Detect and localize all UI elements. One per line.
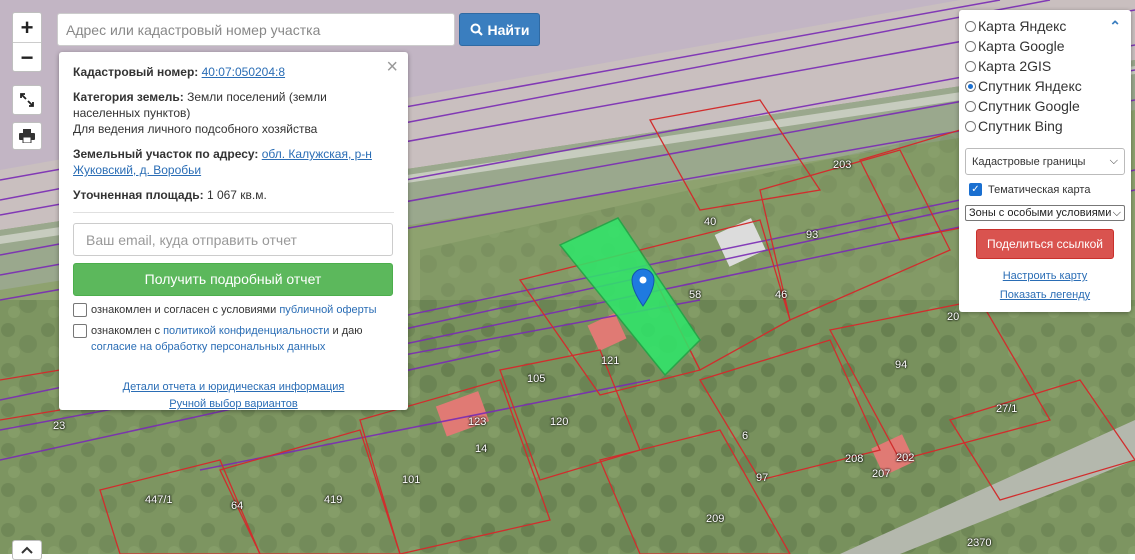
parcel-info-panel: × Кадастровый номер: 40:07:050204:8 Кате… xyxy=(59,52,408,410)
search-icon xyxy=(470,23,483,36)
privacy-text: ознакомлен с политикой конфиденциальност… xyxy=(91,325,363,353)
thematic-map-toggle[interactable]: ✓ Тематическая карта xyxy=(969,183,1125,196)
area-label: Уточненная площадь: xyxy=(73,188,204,202)
category-row: Категория земель: Земли поселений (земли… xyxy=(73,89,394,137)
zoom-out-button[interactable]: − xyxy=(13,43,41,72)
search-input[interactable] xyxy=(57,13,455,46)
boundaries-select-value: Кадастровые границы xyxy=(972,155,1086,168)
base-map-option[interactable]: Карта 2GIS xyxy=(965,56,1125,76)
thematic-checkbox[interactable]: ✓ xyxy=(969,183,982,196)
zones-select[interactable]: Зоны с особыми условиями ⌵ xyxy=(965,205,1125,221)
usage-value: Для ведения личного подсобного хозяйства xyxy=(73,122,318,136)
category-label: Категория земель: xyxy=(73,90,184,104)
boundaries-select[interactable]: Кадастровые границы ⌵ xyxy=(965,148,1125,175)
base-map-label: Спутник Яндекс xyxy=(978,78,1082,94)
show-legend-link[interactable]: Показать легенду xyxy=(1000,289,1090,301)
radio-button[interactable] xyxy=(965,40,976,52)
base-map-option[interactable]: Карта Яндекс xyxy=(965,16,1125,36)
report-details-link[interactable]: Детали отчета и юридическая информация xyxy=(123,381,345,393)
offer-agreement: ознакомлен и согласен с условиями публич… xyxy=(73,302,394,318)
fullscreen-button[interactable] xyxy=(12,85,42,115)
close-icon[interactable]: × xyxy=(386,56,398,79)
area-value: 1 067 кв.м. xyxy=(206,188,267,202)
offer-text: ознакомлен и согласен с условиями публич… xyxy=(91,304,377,316)
offer-checkbox[interactable] xyxy=(73,303,87,317)
cadastral-number-link[interactable]: 40:07:050204:8 xyxy=(202,65,285,79)
search-button[interactable]: Найти xyxy=(459,13,540,46)
expand-up-button[interactable] xyxy=(12,540,42,560)
base-map-label: Карта 2GIS xyxy=(978,58,1052,74)
email-field[interactable] xyxy=(73,223,393,256)
chevron-down-icon: ⌵ xyxy=(1112,206,1121,219)
info-links: Детали отчета и юридическая информация Р… xyxy=(73,379,394,413)
divider xyxy=(73,212,394,213)
base-map-label: Карта Google xyxy=(978,38,1065,54)
radio-button[interactable] xyxy=(965,20,976,32)
thematic-label: Тематическая карта xyxy=(988,183,1091,196)
privacy-checkbox[interactable] xyxy=(73,324,87,338)
fullscreen-icon xyxy=(20,93,34,107)
print-button[interactable] xyxy=(12,122,42,150)
base-map-option[interactable]: Спутник Bing xyxy=(965,116,1125,136)
zones-select-value: Зоны с особыми условиями xyxy=(969,207,1112,219)
radio-button[interactable] xyxy=(965,60,976,72)
base-map-list: Карта Яндекс Карта Google Карта 2GIS Спутни… xyxy=(965,16,1125,136)
base-map-label: Спутник Google xyxy=(978,98,1080,114)
address-label: Земельный участок по адресу: xyxy=(73,147,259,161)
base-map-label: Спутник Bing xyxy=(978,118,1063,134)
collapse-chevron-icon[interactable]: ⌃ xyxy=(1109,18,1121,35)
chevron-down-icon: ⌵ xyxy=(1109,155,1118,167)
printer-icon xyxy=(19,129,35,143)
offer-link[interactable]: публичной оферты xyxy=(279,304,376,316)
base-map-option[interactable]: Карта Google xyxy=(965,36,1125,56)
privacy-agreement: ознакомлен с политикой конфиденциальност… xyxy=(73,323,394,355)
cadastral-label: Кадастровый номер: xyxy=(73,65,199,79)
search-button-label: Найти xyxy=(487,21,530,38)
cadastral-number-row: Кадастровый номер: 40:07:050204:8 xyxy=(73,64,394,80)
layer-links: Настроить карту Показать легенду xyxy=(965,267,1125,305)
radio-button[interactable] xyxy=(965,100,976,112)
consent-link[interactable]: согласие на обработку персональных данны… xyxy=(91,341,325,353)
base-map-option[interactable]: Спутник Google xyxy=(965,96,1125,116)
zoom-in-button[interactable]: + xyxy=(13,13,41,43)
address-row: Земельный участок по адресу: обл. Калужс… xyxy=(73,146,394,178)
configure-map-link[interactable]: Настроить карту xyxy=(1003,270,1088,282)
manual-selection-link[interactable]: Ручной выбор вариантов xyxy=(169,398,297,410)
get-report-button[interactable]: Получить подробный отчет xyxy=(73,263,393,296)
base-map-label: Карта Яндекс xyxy=(978,18,1067,34)
chevron-up-icon xyxy=(21,546,33,554)
zoom-control: + − xyxy=(12,12,42,72)
share-link-button[interactable]: Поделиться ссылкой xyxy=(976,229,1114,259)
radio-button[interactable] xyxy=(965,80,976,92)
layers-panel: ⌃ Карта Яндекс Карта Google Карта 2GIS Спут… xyxy=(959,10,1131,312)
privacy-policy-link[interactable]: политикой конфиденциальности xyxy=(163,325,329,337)
radio-button[interactable] xyxy=(965,120,976,132)
base-map-option[interactable]: Спутник Яндекс xyxy=(965,76,1125,96)
area-row: Уточненная площадь: 1 067 кв.м. xyxy=(73,187,394,203)
